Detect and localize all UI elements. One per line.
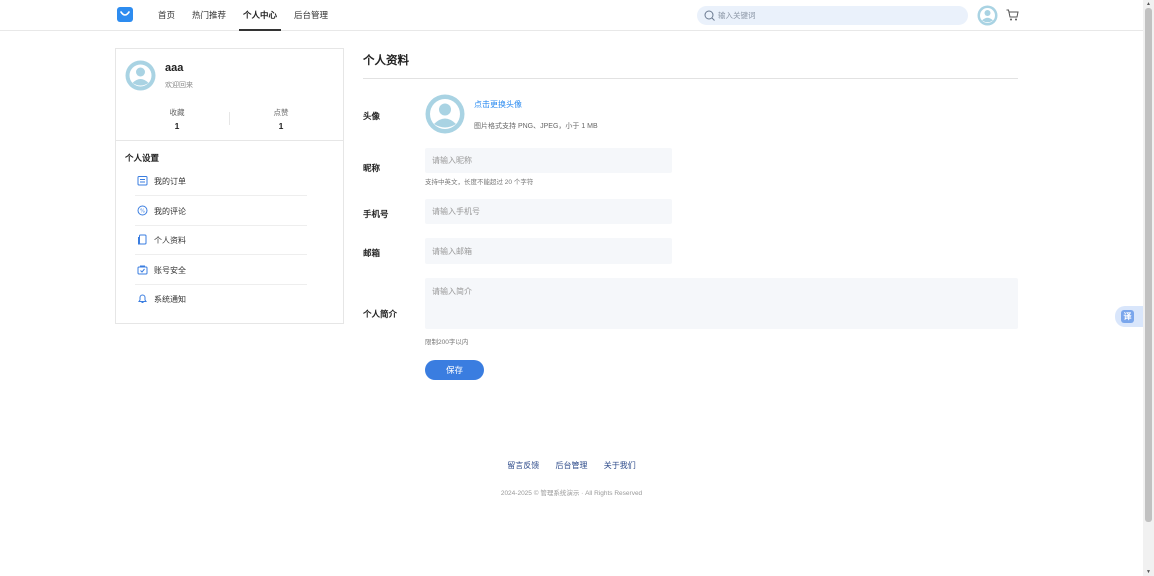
nav-admin[interactable]: 后台管理 — [294, 0, 328, 31]
stat-label: 点赞 — [273, 108, 289, 117]
user-avatar-icon[interactable] — [977, 5, 998, 26]
main-nav: 首页 热门推荐 个人中心 后台管理 — [158, 0, 345, 31]
footer-link-admin[interactable]: 后台管理 — [556, 460, 588, 471]
stat-divider — [229, 112, 230, 125]
scroll-thumb[interactable] — [1145, 8, 1152, 522]
vertical-scrollbar[interactable]: ▲ ▼ — [1143, 0, 1154, 576]
save-button[interactable]: 保存 — [425, 360, 484, 380]
sidebar-item-profile[interactable]: 个人资料 — [135, 226, 307, 255]
comment-icon: % — [137, 205, 148, 216]
copyright-text: 2024-2025 © 管理系统演示 · All Rights Reserved — [500, 490, 643, 497]
email-label: 邮箱 — [363, 248, 381, 258]
nav-home[interactable]: 首页 — [158, 0, 175, 31]
scroll-up-arrow-icon[interactable]: ▲ — [1145, 1, 1152, 7]
username: aaa — [165, 62, 184, 74]
avatar-label: 头像 — [363, 111, 381, 121]
nav-personal-center[interactable]: 个人中心 — [239, 0, 282, 31]
footer-links: 留言反馈 后台管理 关于我们 — [0, 460, 1143, 471]
settings-section-title: 个人设置 — [125, 153, 160, 163]
change-avatar-link[interactable]: 点击更换头像 — [474, 99, 522, 110]
profile-avatar[interactable] — [125, 60, 156, 91]
phone-label: 手机号 — [363, 209, 389, 219]
profile-card: aaa 欢迎回来 收藏 1 点赞 1 个人设置 我的订单 % 我的评论 个人资料… — [115, 48, 344, 324]
bio-hint: 限制200字以内 — [425, 339, 469, 346]
sidebar-item-label: 我的订单 — [154, 177, 186, 186]
avatar-hint: 图片格式支持 PNG、JPEG，小于 1 MB — [474, 123, 598, 130]
sidebar-item-label: 我的评论 — [154, 207, 186, 216]
search-box — [697, 6, 968, 25]
stat-likes[interactable]: 点赞 1 — [251, 107, 311, 131]
bell-icon — [138, 294, 147, 303]
sidebar-item-label: 系统通知 — [154, 295, 186, 304]
sidebar-item-label: 个人资料 — [154, 236, 186, 245]
security-icon — [137, 265, 148, 275]
page-title: 个人资料 — [363, 55, 409, 67]
stat-favorites[interactable]: 收藏 1 — [147, 107, 207, 131]
bio-textarea[interactable] — [425, 278, 1018, 329]
avatar-upload[interactable] — [425, 94, 465, 134]
sidebar-item-security[interactable]: 账号安全 — [135, 256, 307, 285]
svg-text:%: % — [140, 209, 145, 215]
nav-hot[interactable]: 热门推荐 — [192, 0, 226, 31]
footer-link-about[interactable]: 关于我们 — [604, 460, 636, 471]
order-icon — [137, 176, 148, 186]
nickname-label: 昵称 — [363, 163, 381, 173]
bio-label: 个人简介 — [363, 309, 398, 319]
phone-input[interactable] — [425, 199, 672, 224]
stat-value: 1 — [278, 121, 284, 131]
sidebar-item-label: 账号安全 — [154, 266, 186, 275]
divider — [363, 78, 1018, 79]
welcome-text: 欢迎回来 — [165, 82, 193, 89]
top-header: 首页 热门推荐 个人中心 后台管理 — [0, 0, 1143, 31]
footer-link-feedback[interactable]: 留言反馈 — [507, 460, 539, 471]
scroll-down-arrow-icon[interactable]: ▼ — [1145, 569, 1152, 575]
nickname-input[interactable] — [425, 148, 672, 173]
translate-widget[interactable]: 译 — [1115, 306, 1143, 327]
logo-icon[interactable] — [117, 7, 133, 22]
search-input[interactable] — [718, 8, 958, 23]
translate-icon: 译 — [1121, 310, 1134, 323]
search-icon[interactable] — [704, 10, 715, 21]
stat-value: 1 — [174, 121, 180, 131]
nickname-hint: 支持中英文，长度不能超过 20 个字符 — [425, 179, 534, 186]
profile-doc-icon — [138, 234, 147, 245]
email-input[interactable] — [425, 238, 672, 264]
stat-label: 收藏 — [169, 108, 185, 117]
sidebar-item-comments[interactable]: % 我的评论 — [135, 197, 307, 226]
cart-icon[interactable] — [1006, 9, 1019, 21]
divider — [116, 140, 343, 141]
sidebar-item-notifications[interactable]: 系统通知 — [135, 285, 307, 314]
sidebar-item-orders[interactable]: 我的订单 — [135, 167, 307, 196]
